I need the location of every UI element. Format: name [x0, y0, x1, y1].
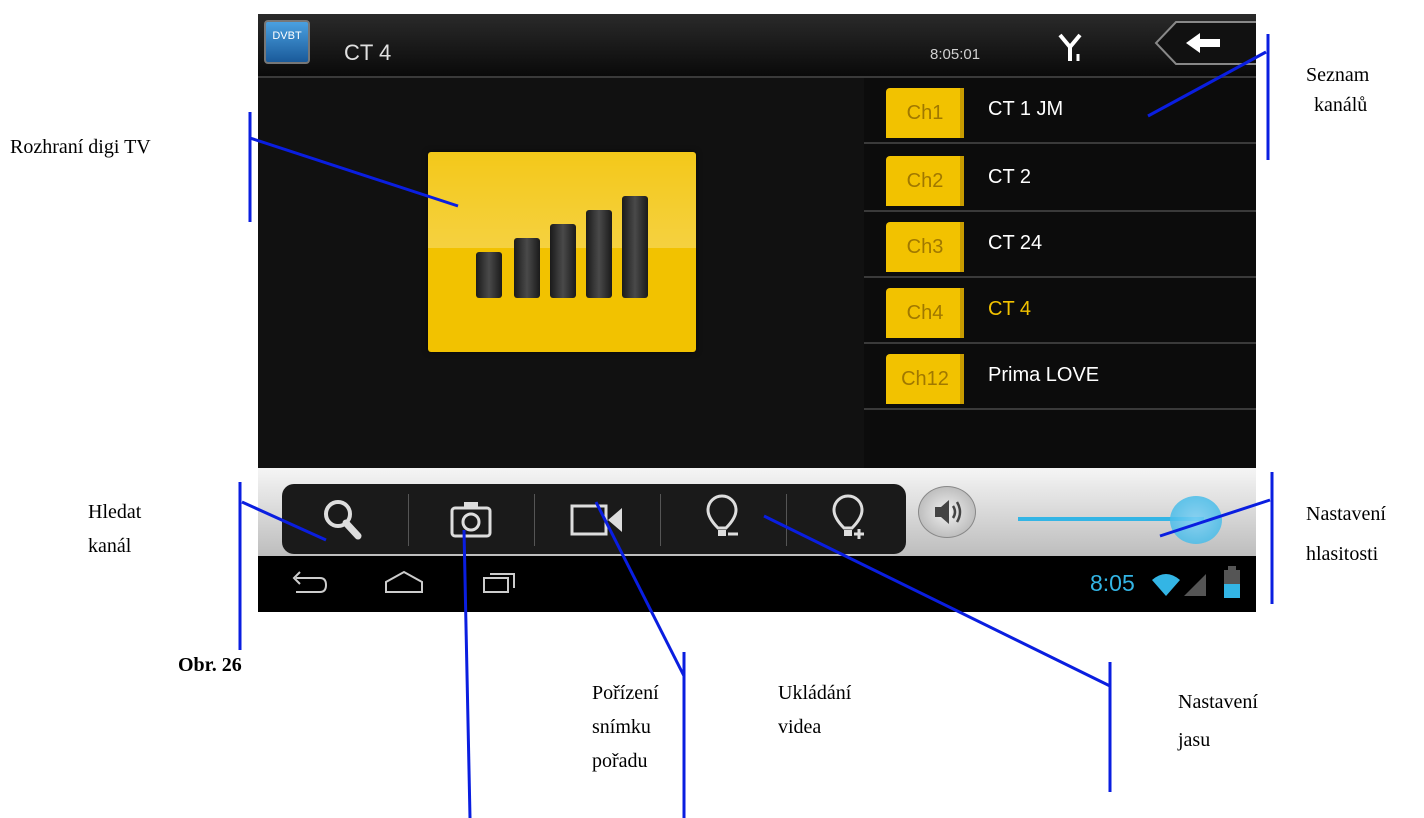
- callout-lines: [238, 34, 1274, 818]
